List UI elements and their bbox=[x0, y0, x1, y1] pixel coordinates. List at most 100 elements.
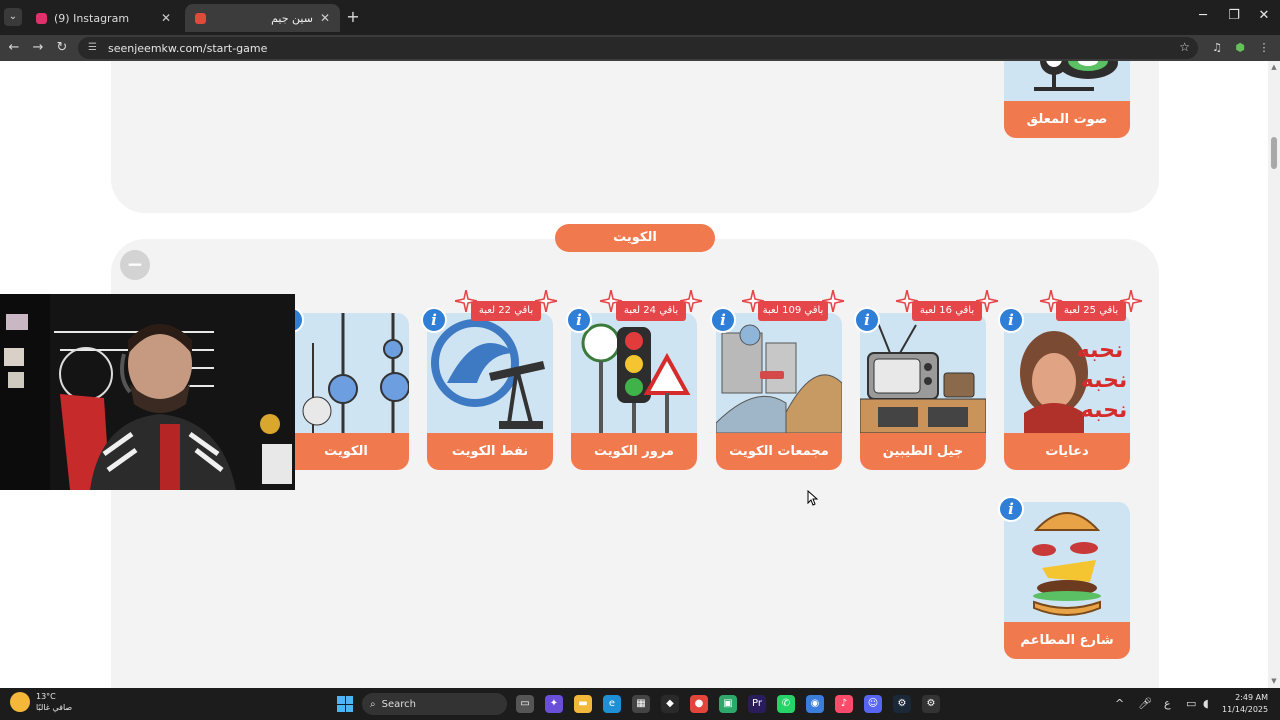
site-info-icon[interactable]: ☰ bbox=[88, 42, 100, 54]
webcam-overlay bbox=[0, 294, 295, 490]
tab-title: (9) Instagram bbox=[54, 11, 130, 25]
svg-text:نحبه: نحبه bbox=[1081, 398, 1127, 423]
tab-seenjeem[interactable]: سين جيم ✕ bbox=[185, 4, 340, 32]
store-icon[interactable]: ▦ bbox=[632, 695, 650, 713]
settings-icon[interactable]: ⚙ bbox=[922, 695, 940, 713]
tab-search-button[interactable]: ⌄ bbox=[4, 8, 22, 26]
game-app-icon[interactable]: ▣ bbox=[719, 695, 737, 713]
close-tab-icon[interactable]: ✕ bbox=[320, 11, 330, 25]
music-icon[interactable]: ♪ bbox=[835, 695, 853, 713]
page-scrollbar[interactable]: ▲ ▼ bbox=[1268, 61, 1280, 688]
info-icon[interactable]: i bbox=[998, 307, 1024, 333]
back-icon[interactable]: ← bbox=[5, 39, 23, 57]
close-tab-icon[interactable]: ✕ bbox=[161, 11, 171, 25]
scroll-up-arrow-icon[interactable]: ▲ bbox=[1270, 63, 1278, 71]
media-control-icon[interactable]: ♫ bbox=[1209, 40, 1225, 56]
svg-text:نحبه: نحبه bbox=[1077, 338, 1123, 363]
category-card-kuwait[interactable]: الكويت bbox=[283, 313, 409, 470]
info-icon[interactable]: i bbox=[421, 307, 447, 333]
tray-overflow-icon[interactable]: ^ bbox=[1115, 697, 1124, 710]
info-icon[interactable]: i bbox=[566, 307, 592, 333]
card-label: دعايات bbox=[1004, 433, 1130, 470]
search-label: Search bbox=[381, 698, 416, 710]
browser-app-icon[interactable]: ◉ bbox=[806, 695, 824, 713]
card-label: مرور الكويت bbox=[571, 433, 697, 470]
streamer-video-frame bbox=[0, 294, 295, 490]
bookmark-star-icon[interactable]: ☆ bbox=[1179, 40, 1190, 54]
alien-app-icon[interactable]: ◆ bbox=[661, 695, 679, 713]
svg-text:نحبه: نحبه bbox=[1081, 368, 1127, 393]
ads-illustration: نحبه نحبه نحبه bbox=[1004, 313, 1130, 433]
remaining-games-badge: باقي 22 لعبة bbox=[455, 290, 557, 324]
collapse-section-button[interactable]: − bbox=[120, 250, 150, 280]
sparkle-icon bbox=[535, 290, 557, 312]
clock-time: 2:49 AM bbox=[1235, 693, 1268, 702]
microphone-icon[interactable]: 🎤︎ bbox=[1138, 697, 1152, 710]
task-view-icon[interactable]: ▭ bbox=[516, 695, 534, 713]
taskbar-search[interactable]: ⌕ Search bbox=[362, 693, 507, 715]
info-icon[interactable]: i bbox=[998, 496, 1024, 522]
more-menu-icon[interactable]: ⋮ bbox=[1256, 40, 1272, 56]
chrome-icon[interactable]: ● bbox=[690, 695, 708, 713]
card-image bbox=[716, 313, 842, 433]
card-image bbox=[860, 313, 986, 433]
new-tab-button[interactable]: + bbox=[345, 8, 361, 26]
copilot-icon[interactable]: ✦ bbox=[545, 695, 563, 713]
weather-temp: 13°C bbox=[36, 692, 56, 701]
traffic-light-illustration bbox=[571, 313, 697, 433]
volume-icon[interactable]: ◖ bbox=[1203, 697, 1209, 710]
file-explorer-icon[interactable]: ▬ bbox=[574, 695, 592, 713]
remaining-count: باقي 109 لعبة bbox=[758, 301, 828, 321]
minimize-icon[interactable]: ─ bbox=[1193, 8, 1213, 23]
tab-instagram[interactable]: (9) Instagram ✕ bbox=[26, 4, 181, 32]
category-card-kuwait-traffic[interactable]: مرور الكويت bbox=[571, 313, 697, 470]
category-card-kuwait-malls[interactable]: مجمعات الكويت bbox=[716, 313, 842, 470]
card-label: جيل الطيبين bbox=[860, 433, 986, 470]
remaining-games-badge: باقي 16 لعبة bbox=[896, 290, 998, 324]
scrollbar-thumb[interactable] bbox=[1271, 137, 1277, 169]
weather-widget[interactable]: 13°C صافي غالبًا bbox=[10, 691, 72, 713]
card-label: صوت المعلق bbox=[1004, 101, 1130, 138]
seenjeem-logo-icon bbox=[195, 12, 206, 24]
url-text: seenjeemkw.com/start-game bbox=[108, 41, 268, 55]
address-bar[interactable]: ☰ seenjeemkw.com/start-game ☆ bbox=[78, 37, 1198, 59]
input-language[interactable]: ع bbox=[1164, 697, 1171, 710]
card-label: شارع المطاعم bbox=[1004, 622, 1130, 659]
category-card-good-old-days[interactable]: جيل الطيبين bbox=[860, 313, 986, 470]
category-card-restaurant-street[interactable]: شارع المطاعم bbox=[1004, 502, 1130, 659]
taskbar-clock[interactable]: 2:49 AM 11/14/2025 bbox=[1222, 692, 1268, 716]
weather-sun-icon bbox=[10, 692, 30, 712]
category-card-kuwait-oil[interactable]: نفط الكويت bbox=[427, 313, 553, 470]
weather-text: 13°C صافي غالبًا bbox=[36, 691, 72, 713]
premiere-icon[interactable]: Pr bbox=[748, 695, 766, 713]
forward-icon[interactable]: → bbox=[29, 39, 47, 57]
network-icon[interactable]: ▭ bbox=[1186, 697, 1196, 710]
card-image bbox=[283, 313, 409, 433]
tab-title: سين جيم bbox=[271, 11, 313, 25]
weather-desc: صافي غالبًا bbox=[36, 703, 73, 712]
info-icon[interactable]: i bbox=[854, 307, 880, 333]
browser-toolbar: ← → ↻ ☰ seenjeemkw.com/start-game ☆ ♫ ⬢ … bbox=[0, 35, 1280, 61]
scroll-down-arrow-icon[interactable]: ▼ bbox=[1270, 677, 1278, 685]
category-card-commentator[interactable]: صوت المعلق bbox=[1004, 61, 1130, 138]
steam-icon[interactable]: ⚙ bbox=[893, 695, 911, 713]
whatsapp-icon[interactable]: ✆ bbox=[777, 695, 795, 713]
remaining-count: باقي 16 لعبة bbox=[912, 301, 982, 321]
remaining-count: باقي 25 لعبة bbox=[1056, 301, 1126, 321]
category-card-ads[interactable]: نحبه نحبه نحبه دعايات bbox=[1004, 313, 1130, 470]
restore-icon[interactable]: ❐ bbox=[1224, 8, 1244, 23]
clock-date: 11/14/2025 bbox=[1222, 705, 1269, 714]
card-image bbox=[1004, 61, 1130, 101]
mouse-cursor-icon bbox=[807, 490, 819, 506]
extension-shield-icon[interactable]: ⬢ bbox=[1232, 40, 1248, 56]
card-image bbox=[571, 313, 697, 433]
edge-icon[interactable]: e bbox=[603, 695, 621, 713]
close-window-icon[interactable]: ✕ bbox=[1254, 8, 1274, 23]
discord-icon[interactable]: ☺ bbox=[864, 695, 882, 713]
card-image bbox=[1004, 502, 1130, 622]
start-button[interactable] bbox=[337, 696, 353, 712]
kuwait-towers-illustration bbox=[283, 313, 409, 433]
reload-icon[interactable]: ↻ bbox=[53, 39, 71, 57]
card-label: مجمعات الكويت bbox=[716, 433, 842, 470]
info-icon[interactable]: i bbox=[710, 307, 736, 333]
